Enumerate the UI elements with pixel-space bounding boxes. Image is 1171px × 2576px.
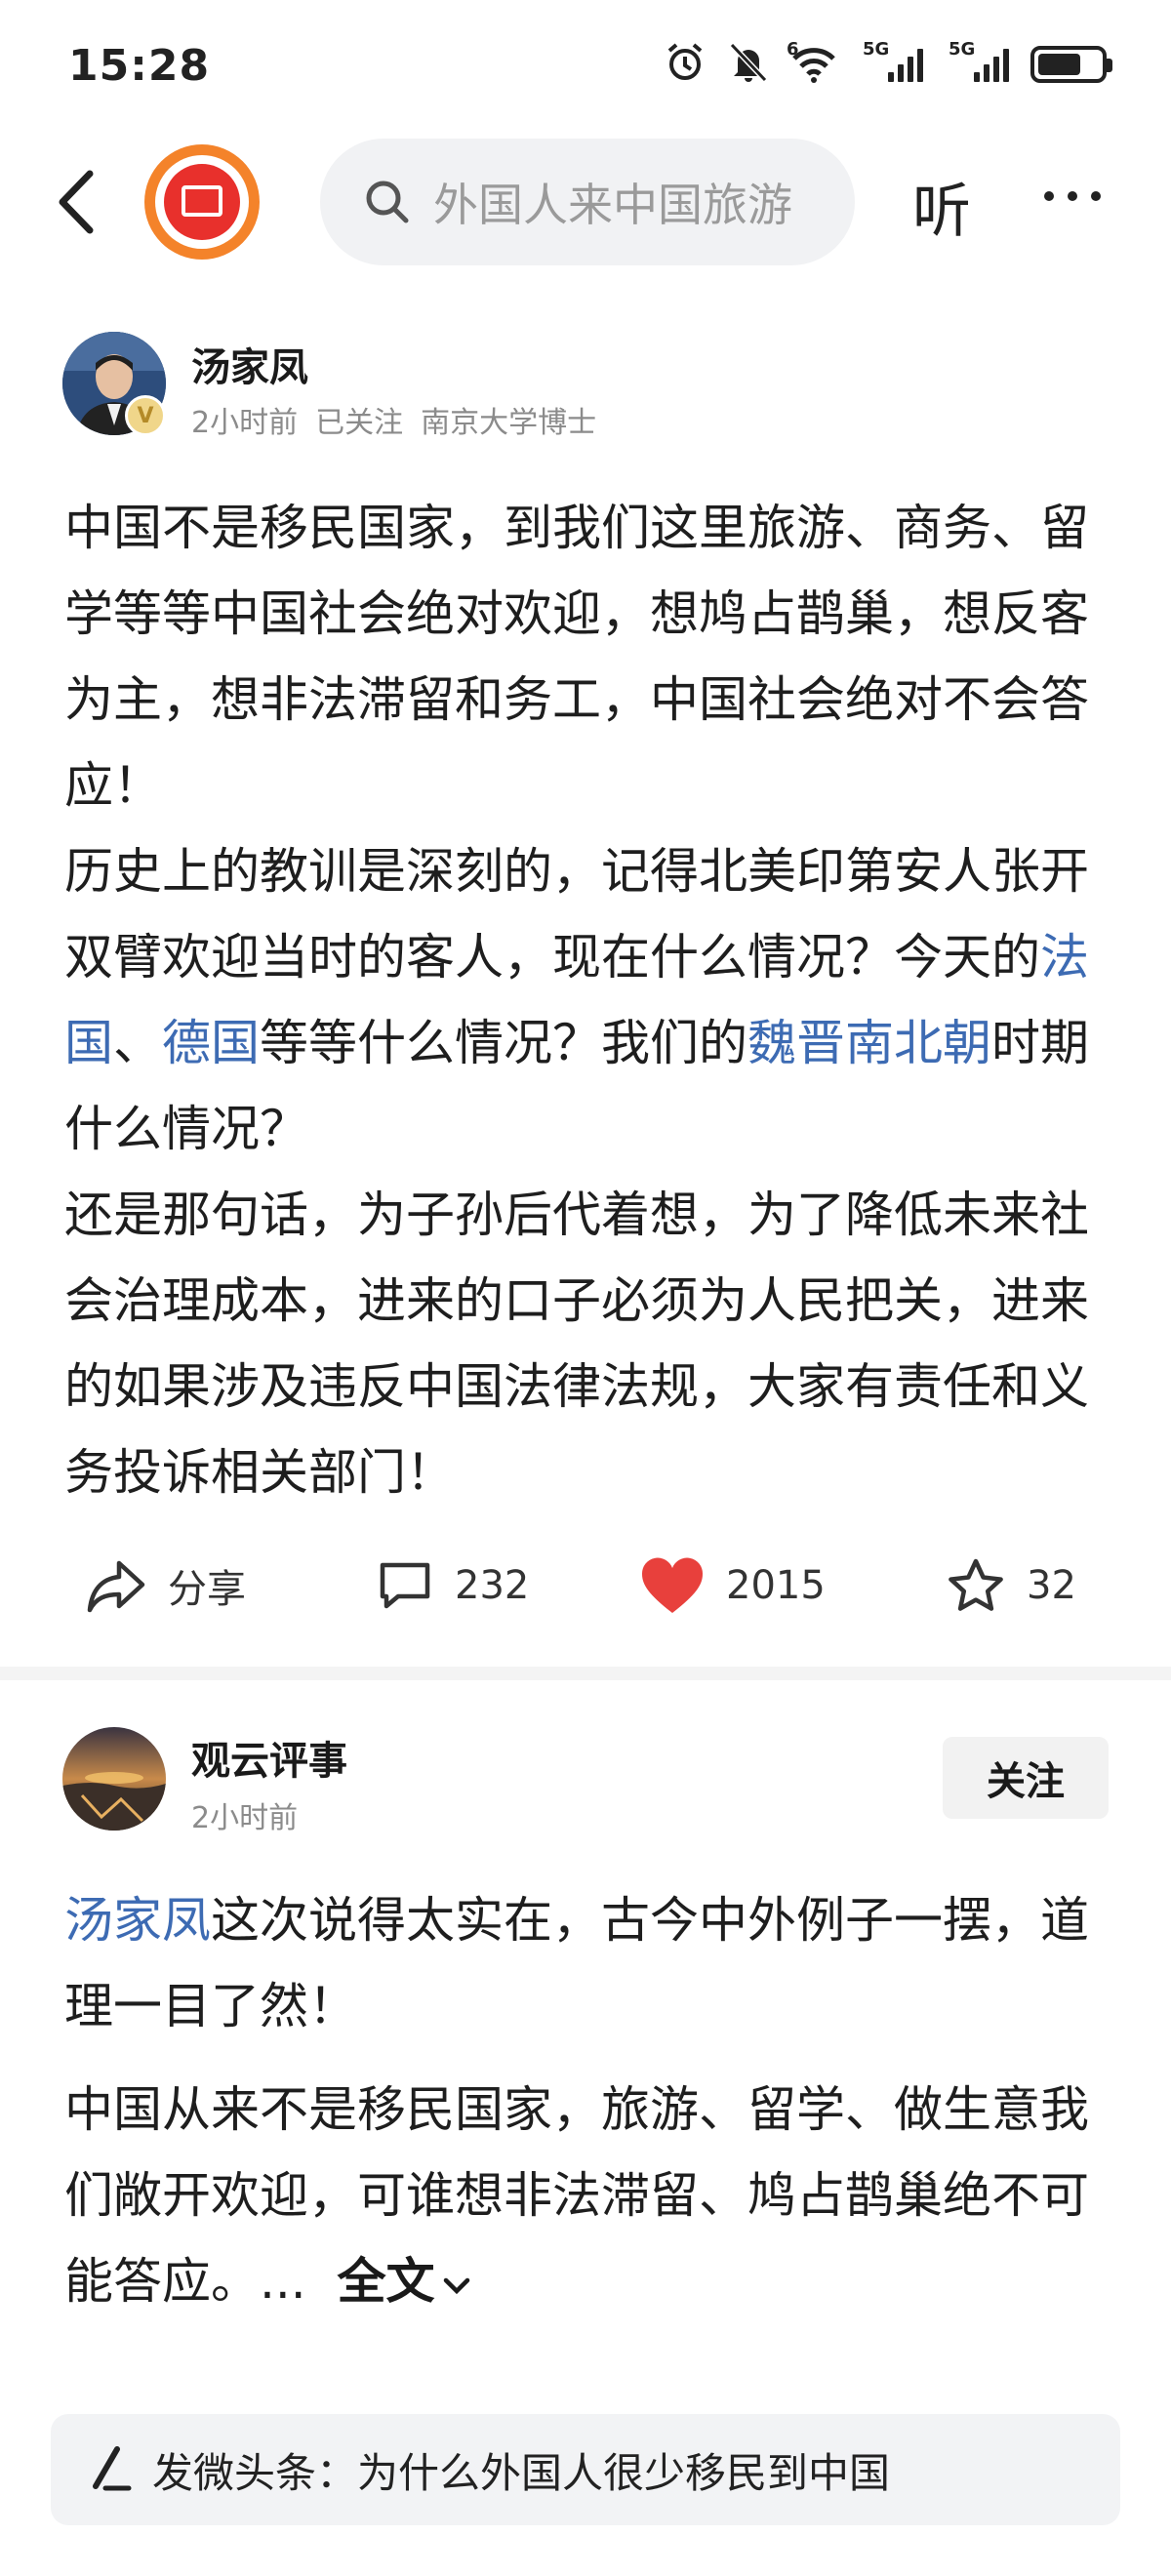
verified-badge: V	[125, 395, 166, 436]
author-name[interactable]: 汤家凤	[191, 336, 308, 392]
mention-link[interactable]: 汤家凤	[64, 1892, 211, 1949]
mute-icon	[728, 42, 769, 84]
share-icon	[87, 1560, 145, 1613]
comment-button[interactable]: 232	[377, 1542, 529, 1630]
signal-icon: 5G	[863, 39, 923, 82]
full-text-button[interactable]: 全文	[337, 2253, 473, 2310]
app-logo[interactable]	[144, 144, 260, 260]
signal-label: 5G	[949, 39, 976, 60]
alarm-icon	[664, 43, 707, 84]
signal-label: 5G	[863, 39, 890, 60]
search-bar[interactable]: 外国人来中国旅游	[320, 139, 855, 265]
like-button[interactable]: 2015	[640, 1542, 826, 1630]
divider	[0, 1667, 1171, 1680]
chevron-left-icon	[59, 170, 94, 234]
topic-link-germany[interactable]: 德国	[162, 1015, 260, 1071]
post-paragraph: 还是那句话，为子孙后代着想，为了降低未来社会治理成本，进来的口子必须为人民把关，…	[64, 1187, 1089, 1501]
wifi-label: 6	[787, 39, 799, 60]
post-actions: 分享 232 2015 32	[0, 1542, 1171, 1630]
more-options-icon[interactable]	[1044, 191, 1101, 201]
post-body: 中国不是移民国家，到我们这里旅游、商务、留学等等中国社会绝对欢迎，想鸠占鹊巢，想…	[64, 485, 1109, 1515]
follow-button[interactable]: 关注	[943, 1737, 1109, 1819]
listen-button[interactable]: 听	[912, 164, 971, 249]
share-button[interactable]: 分享	[86, 1542, 246, 1630]
commenter-avatar[interactable]	[62, 1727, 166, 1831]
post-meta: 2小时前 已关注 南京大学博士	[191, 398, 614, 441]
battery-icon	[1030, 46, 1112, 83]
post-paragraph: 历史上的教训是深刻的，记得北美印第安人张开双臂欢迎当时的客人，现在什么情况？今天…	[64, 843, 1089, 1157]
comment-body: 汤家凤这次说得太实在，古今中外例子一摆，道理一目了然！ 中国从来不是移民国家，旅…	[64, 1877, 1109, 2324]
commenter-name[interactable]: 观云评事	[191, 1729, 347, 1786]
share-label: 分享	[168, 1567, 246, 1612]
search-placeholder: 外国人来中国旅游	[433, 179, 792, 231]
favorite-count: 32	[1027, 1563, 1076, 1608]
comment-paragraph: 中国从来不是移民国家，旅游、留学、做生意我们敞开欢迎，可谁想非法滞留、鸠占鹊巢绝…	[64, 2081, 1089, 2310]
compose-text: 发微头条：为什么外国人很少移民到中国	[152, 2448, 891, 2497]
comment-icon	[380, 1562, 430, 1609]
signal-icon: 5G	[949, 39, 1009, 82]
favorite-button[interactable]: 32	[947, 1542, 1076, 1630]
comment-time: 2小时前	[191, 1801, 299, 1835]
status-icons: 6 5G 5G	[664, 39, 1112, 84]
red-envelope-icon	[164, 164, 240, 240]
like-count: 2015	[726, 1563, 826, 1608]
status-bar: 15:28 6 5G 5G	[0, 0, 1171, 141]
pen-icon	[93, 2446, 132, 2491]
chevron-down-icon	[444, 2277, 470, 2295]
comment-paragraph: 汤家凤这次说得太实在，古今中外例子一摆，道理一目了然！	[64, 1892, 1089, 2034]
battery-level	[1038, 54, 1081, 75]
heart-icon	[641, 1557, 704, 1613]
author-credential: 南京大学博士	[421, 406, 597, 440]
comment-count: 232	[455, 1563, 530, 1608]
star-icon	[949, 1558, 1003, 1611]
wifi-icon: 6	[787, 39, 837, 84]
post-time: 2小时前	[191, 406, 299, 440]
follow-status: 已关注	[315, 406, 404, 440]
status-time: 15:28	[68, 41, 211, 91]
topic-link-weijin[interactable]: 魏晋南北朝	[747, 1015, 991, 1071]
search-icon	[366, 181, 409, 223]
compose-bar[interactable]: 发微头条：为什么外国人很少移民到中国	[51, 2414, 1120, 2525]
post-paragraph: 中国不是移民国家，到我们这里旅游、商务、留学等等中国社会绝对欢迎，想鸠占鹊巢，想…	[64, 500, 1089, 814]
back-button[interactable]	[51, 168, 109, 236]
